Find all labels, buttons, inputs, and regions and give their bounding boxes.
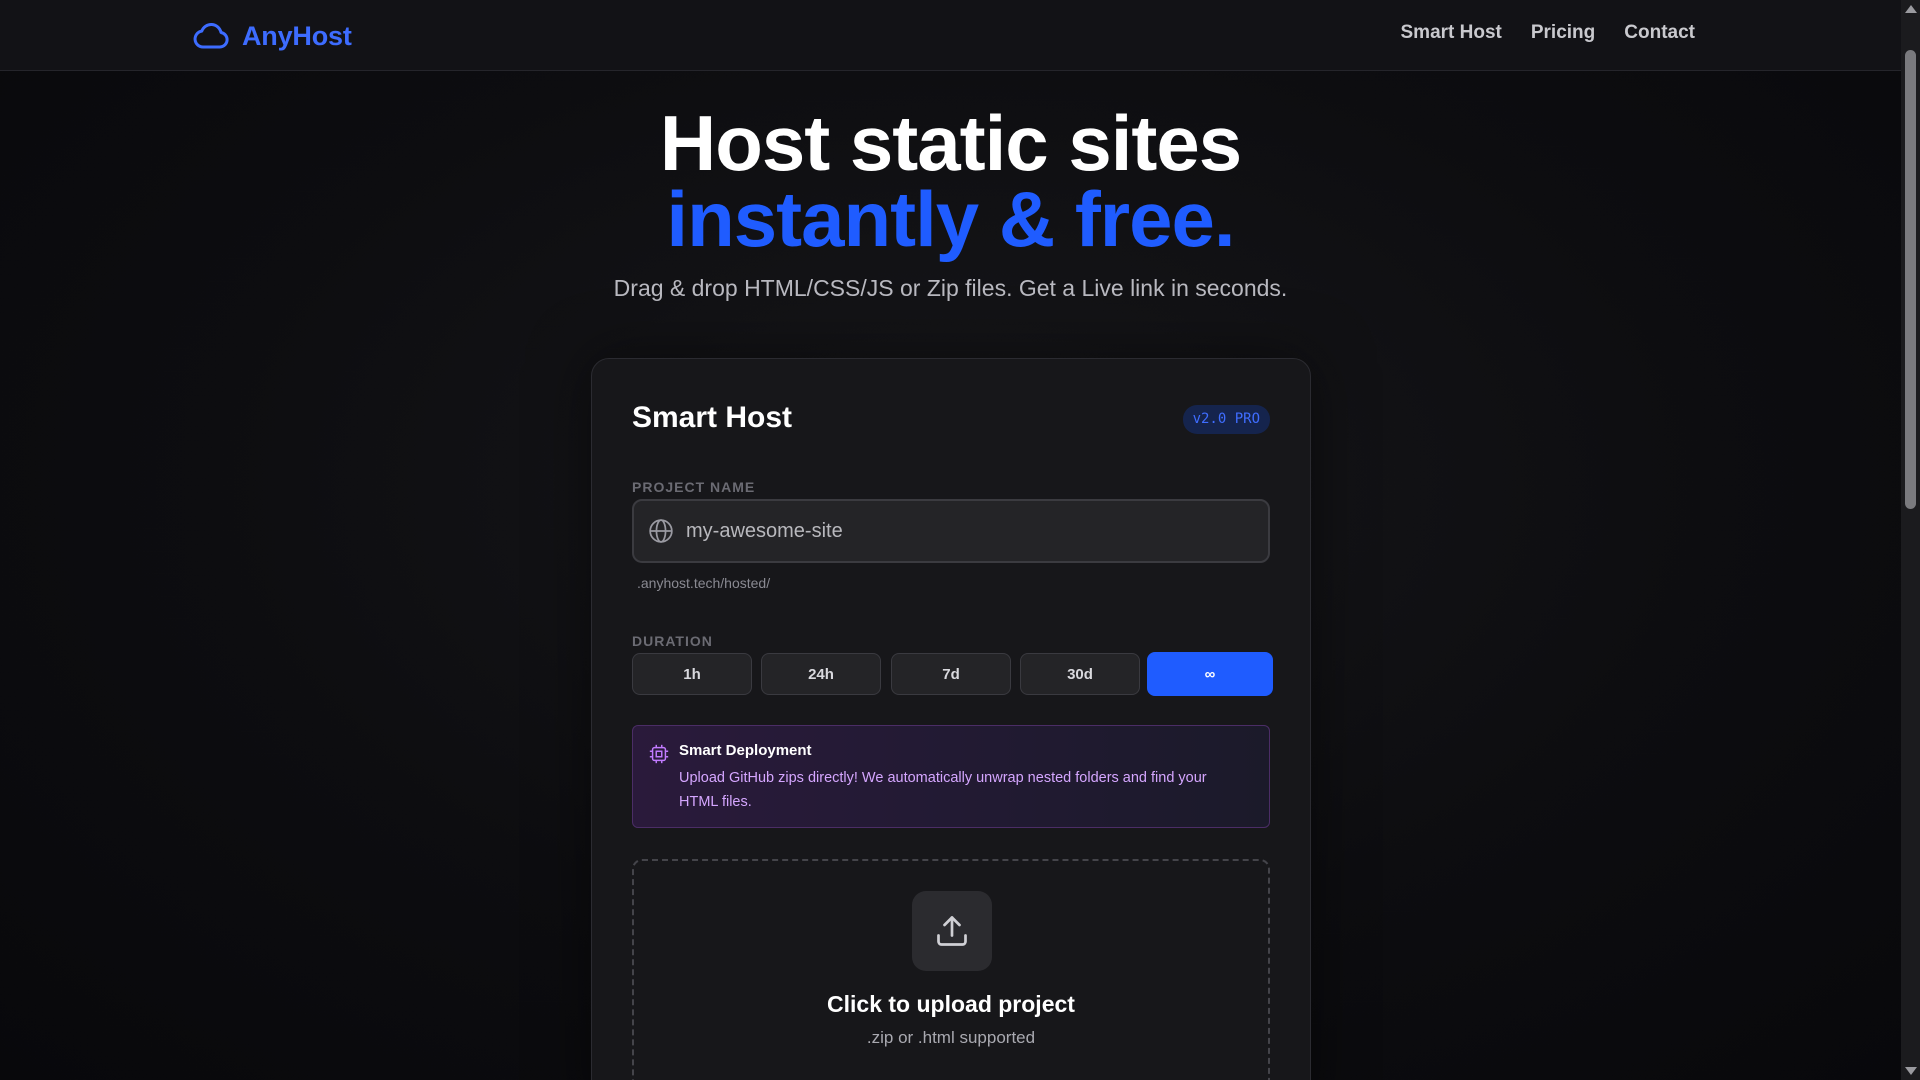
duration-option-30d[interactable]: 30d [1020,653,1140,695]
smart-host-card: Smart Host v2.0 PRO PROJECT NAME .anyhos… [591,358,1311,1080]
project-name-input[interactable] [686,519,1268,543]
upload-title: Click to upload project [827,991,1075,1017]
cloud-icon [193,23,229,49]
globe-icon [649,519,673,543]
top-navbar: AnyHost Smart Host Pricing Contact [0,0,1901,71]
chip-icon [649,744,669,764]
duration-option-24h[interactable]: 24h [761,653,881,695]
scroll-down-arrow-icon[interactable] [1905,1067,1917,1075]
hero-headline: Host static sites [659,99,1242,187]
duration-option-1h[interactable]: 1h [632,653,752,695]
scroll-thumb[interactable] [1905,50,1916,509]
nav-link-pricing[interactable]: Pricing [1531,22,1595,44]
smart-deployment-notice: Smart Deployment Upload GitHub zips dire… [632,725,1270,828]
version-badge: v2.0 PRO [1182,405,1270,434]
duration-selector: 1h 24h 7d 30d ∞ [632,652,1273,697]
nav-link-smart-host[interactable]: Smart Host [1401,22,1502,44]
logo[interactable]: AnyHost [192,18,352,54]
notice-title: Smart Deployment [679,742,812,759]
page-scrollbar[interactable] [1901,0,1920,1080]
upload-subtitle: .zip or .html supported [866,1028,1036,1047]
notice-text: Upload GitHub zips directly! We automati… [679,770,1207,810]
upload-icon [937,916,967,946]
main-nav: Smart Host Pricing Contact [1401,22,1696,44]
brand-name: AnyHost [242,20,352,51]
hero-headline-accent: instantly & free. [666,175,1235,263]
upload-dropzone[interactable]: Click to upload project .zip or .html su… [632,859,1270,1080]
duration-label: DURATION [632,633,713,649]
upload-icon-tile[interactable] [912,891,992,971]
project-name-field[interactable] [632,499,1270,563]
nav-link-contact[interactable]: Contact [1624,22,1695,44]
duration-option-infinite[interactable]: ∞ [1147,652,1273,696]
hero-subtitle: Drag & drop HTML/CSS/JS or Zip files. Ge… [613,275,1288,301]
domain-suffix-hint: .anyhost.tech/hosted/ [637,575,771,591]
project-name-label: PROJECT NAME [632,479,756,495]
card-title: Smart Host [632,401,793,434]
duration-option-7d[interactable]: 7d [891,653,1011,695]
scroll-up-arrow-icon[interactable] [1905,5,1917,13]
